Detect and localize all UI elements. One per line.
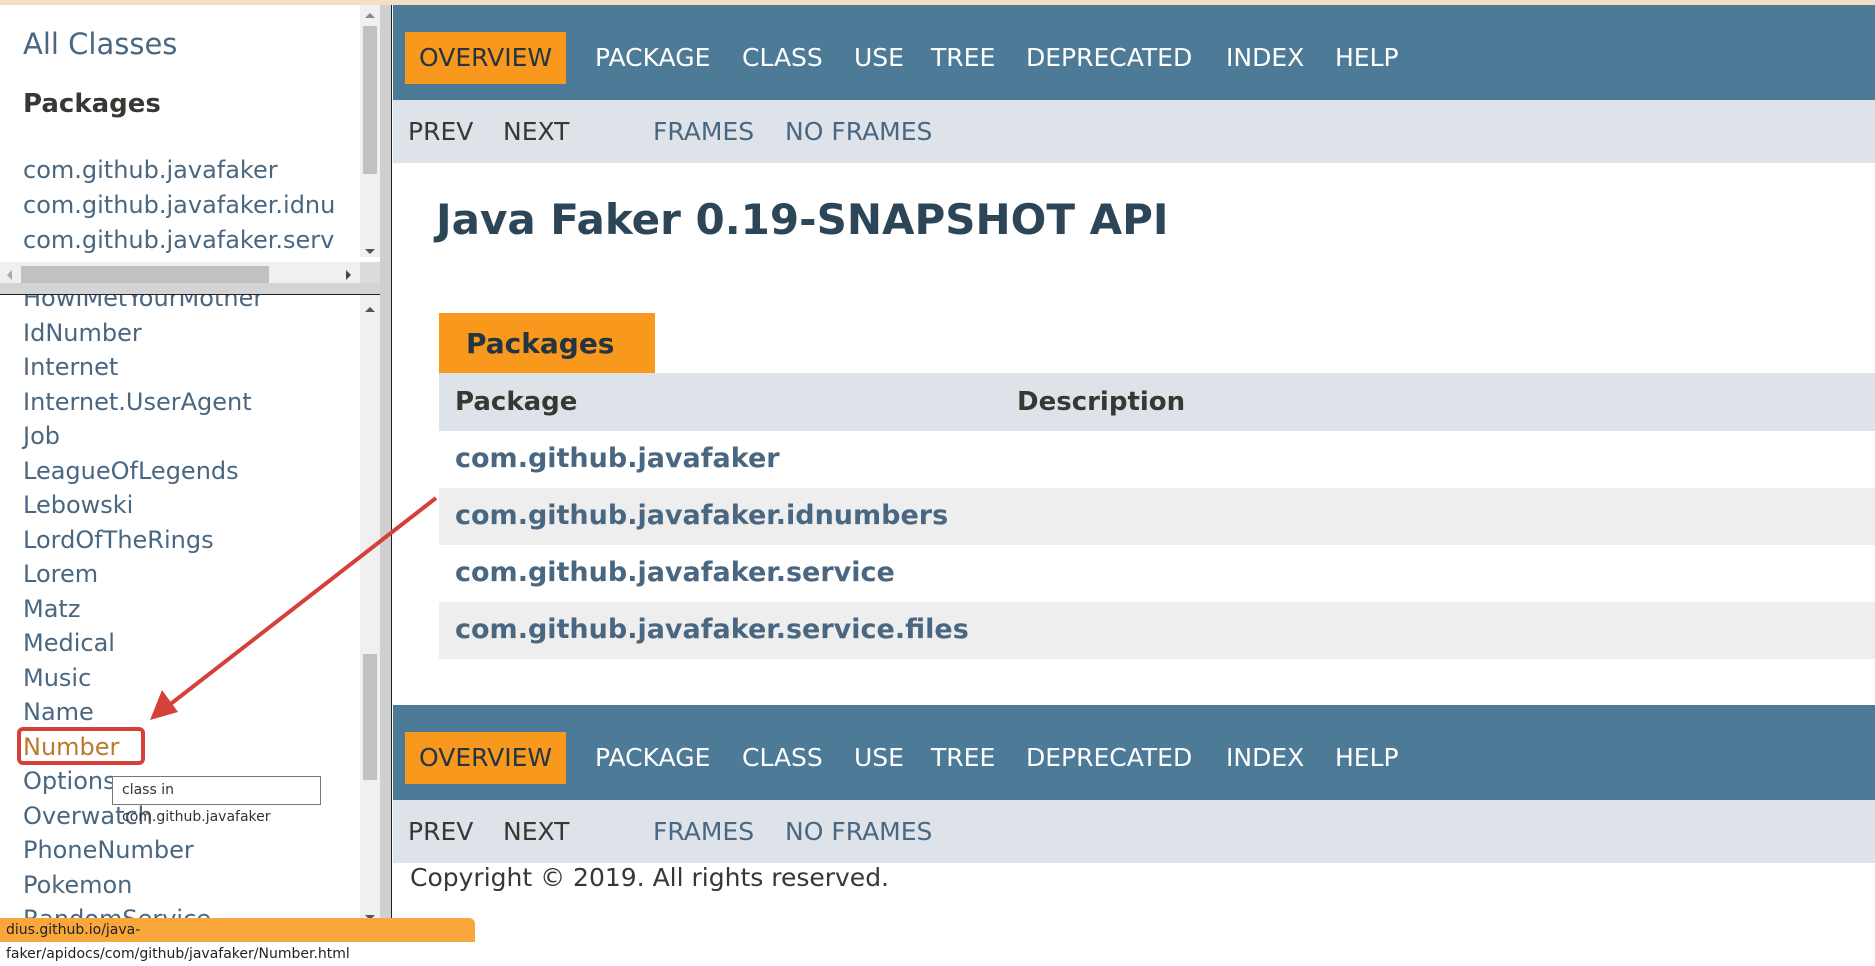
tooltip: class in com.github.javafaker (112, 776, 321, 825)
page-title: Java Faker 0.19-SNAPSHOT API (436, 195, 1169, 244)
class-list-frame: HowIMetYourMother IdNumber Internet Inte… (0, 295, 380, 942)
scrollbar-thumb[interactable] (21, 266, 269, 283)
class-frame-vertical-scrollbar[interactable] (360, 295, 380, 942)
class-link[interactable]: Lebowski (23, 488, 263, 523)
nav-tree[interactable]: TREE (931, 32, 995, 84)
package-row-link[interactable]: com.github.javafaker.idnumbers (455, 500, 948, 531)
column-header-package: Package (455, 387, 578, 417)
class-link[interactable]: Lorem (23, 557, 263, 592)
nav-index[interactable]: INDEX (1226, 32, 1304, 84)
package-list-frame: All Classes Packages com.github.javafake… (0, 5, 380, 283)
nav-overview[interactable]: OVERVIEW (405, 732, 567, 784)
class-link[interactable]: LeagueOfLegends (23, 454, 263, 489)
bottom-navbar: OVERVIEW PACKAGE CLASS USE TREE DEPRECAT… (393, 705, 1875, 800)
next-label: NEXT (503, 817, 570, 846)
frames-link[interactable]: FRAMES (653, 100, 754, 163)
nav-package[interactable]: PACKAGE (595, 32, 710, 84)
scrollbar-corner (360, 262, 380, 283)
top-subnav: PREV NEXT FRAMES NO FRAMES (393, 100, 1875, 163)
class-link[interactable]: Internet.UserAgent (23, 385, 263, 420)
package-frame-horizontal-scrollbar[interactable] (0, 262, 360, 283)
top-navbar: OVERVIEW PACKAGE CLASS USE TREE DEPRECAT… (393, 5, 1875, 100)
prev-label: PREV (408, 817, 474, 846)
nav-help[interactable]: HELP (1335, 732, 1399, 784)
class-link[interactable]: Name (23, 695, 263, 730)
nav-package[interactable]: PACKAGE (595, 732, 710, 784)
package-row-link[interactable]: com.github.javafaker.service.files (455, 614, 969, 645)
package-frame-vertical-scrollbar[interactable] (360, 5, 380, 257)
scroll-up-icon[interactable] (365, 13, 375, 18)
class-link[interactable]: IdNumber (23, 316, 263, 351)
scroll-right-icon[interactable] (346, 270, 351, 280)
class-link[interactable]: PhoneNumber (23, 833, 263, 868)
no-frames-link[interactable]: NO FRAMES (785, 100, 932, 163)
packages-table-caption: Packages (439, 313, 655, 373)
frames-link[interactable]: FRAMES (653, 800, 754, 863)
overview-frame: OVERVIEW PACKAGE CLASS USE TREE DEPRECAT… (393, 5, 1875, 942)
scrollbar-thumb[interactable] (363, 654, 377, 780)
next-label: NEXT (503, 117, 570, 146)
class-link[interactable]: Pokemon (23, 868, 263, 903)
scrollbar-thumb[interactable] (363, 26, 377, 174)
package-link[interactable]: com.github.javafaker (23, 153, 380, 188)
table-row: com.github.javafaker.service (439, 545, 1875, 602)
frame-splitter-horizontal[interactable] (0, 283, 380, 295)
package-row-link[interactable]: com.github.javafaker (455, 443, 780, 474)
class-link[interactable]: Medical (23, 626, 263, 661)
status-bar-url: dius.github.io/java-faker/apidocs/com/gi… (0, 918, 475, 962)
nav-tree[interactable]: TREE (931, 732, 995, 784)
nav-class[interactable]: CLASS (742, 732, 823, 784)
column-header-description: Description (1017, 387, 1186, 417)
package-link[interactable]: com.github.javafaker.idnu (23, 188, 380, 223)
class-link[interactable]: Matz (23, 592, 263, 627)
table-header: Package Description (439, 373, 1875, 431)
nav-use[interactable]: USE (854, 732, 904, 784)
packages-heading: Packages (23, 89, 161, 119)
class-link[interactable]: Internet (23, 350, 263, 385)
scroll-up-icon[interactable] (365, 307, 375, 312)
class-link[interactable]: Job (23, 419, 263, 454)
class-link[interactable]: Music (23, 661, 263, 696)
package-link[interactable]: com.github.javafaker.serv (23, 223, 380, 258)
prev-label: PREV (408, 117, 474, 146)
class-link[interactable]: LordOfTheRings (23, 523, 263, 558)
scroll-down-icon[interactable] (365, 249, 375, 254)
scroll-left-icon[interactable] (7, 270, 12, 280)
table-row: com.github.javafaker (439, 431, 1875, 488)
table-row: com.github.javafaker.service.files (439, 602, 1875, 659)
nav-class[interactable]: CLASS (742, 32, 823, 84)
class-list: HowIMetYourMother IdNumber Internet Inte… (23, 295, 263, 937)
no-frames-link[interactable]: NO FRAMES (785, 800, 932, 863)
copyright-text: Copyright © 2019. All rights reserved. (410, 863, 890, 892)
highlight-box-annotation (17, 727, 145, 765)
bottom-subnav: PREV NEXT FRAMES NO FRAMES (393, 800, 1875, 863)
all-classes-link[interactable]: All Classes (23, 27, 177, 61)
packages-caption-label: Packages (466, 327, 615, 360)
package-row-link[interactable]: com.github.javafaker.service (455, 557, 895, 588)
nav-deprecated[interactable]: DEPRECATED (1026, 732, 1192, 784)
frame-splitter-vertical[interactable] (380, 5, 392, 942)
nav-use[interactable]: USE (854, 32, 904, 84)
class-link[interactable]: HowIMetYourMother (23, 295, 263, 316)
nav-help[interactable]: HELP (1335, 32, 1399, 84)
nav-index[interactable]: INDEX (1226, 732, 1304, 784)
nav-deprecated[interactable]: DEPRECATED (1026, 32, 1192, 84)
table-row: com.github.javafaker.idnumbers (439, 488, 1875, 545)
nav-overview[interactable]: OVERVIEW (405, 32, 567, 84)
